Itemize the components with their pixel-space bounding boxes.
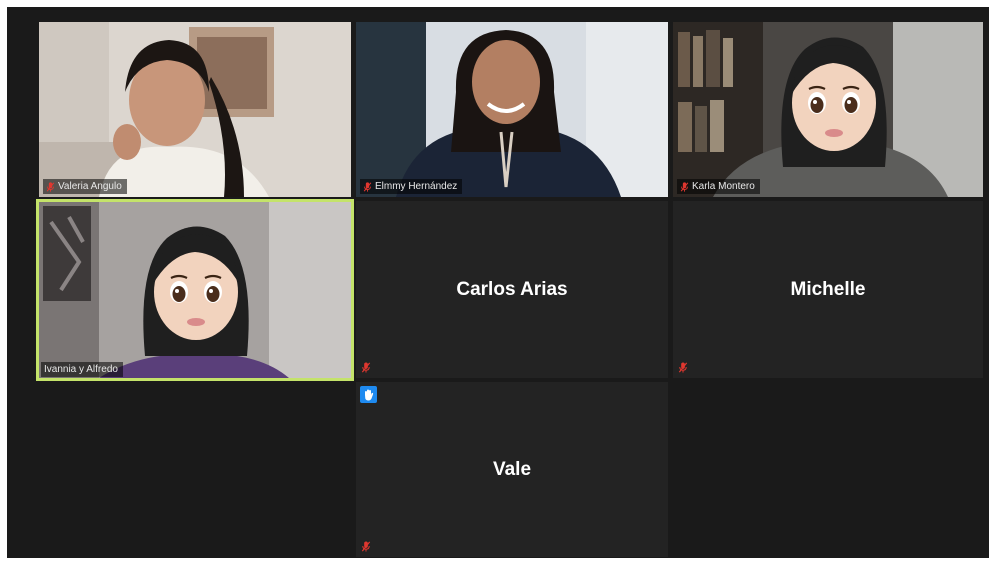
gallery-view: Valeria Angulo Elmmy Hernández Karla Mon… <box>7 7 989 558</box>
participant-tile[interactable]: Valeria Angulo <box>39 22 351 197</box>
microphone-muted-icon <box>678 362 688 373</box>
microphone-muted-icon <box>680 182 689 192</box>
participant-tile[interactable]: Carlos Arias <box>356 201 668 378</box>
raised-hand-icon <box>360 386 377 403</box>
participant-display-name: Michelle <box>790 278 866 300</box>
microphone-muted-icon <box>361 362 371 373</box>
microphone-muted-icon <box>46 182 55 192</box>
participant-name: Elmmy Hernández <box>375 181 458 192</box>
participant-name-tag: Valeria Angulo <box>43 179 127 194</box>
participant-name-tag: Karla Montero <box>677 179 760 194</box>
participant-tile[interactable]: Vale <box>356 382 668 557</box>
participant-tile[interactable]: Michelle <box>673 201 983 378</box>
participant-name: Karla Montero <box>692 181 755 192</box>
participant-name: Valeria Angulo <box>58 181 122 192</box>
participant-name: Ivannia y Alfredo <box>44 364 118 375</box>
microphone-muted-icon <box>361 541 371 552</box>
participant-name-tag: Elmmy Hernández <box>360 179 463 194</box>
participant-video <box>356 22 668 197</box>
emoji-avatar-icon <box>115 206 275 366</box>
participant-display-name: Vale <box>492 458 532 480</box>
participant-video <box>39 22 351 197</box>
participant-name-tag: Ivannia y Alfredo <box>41 362 123 377</box>
participant-tile[interactable]: Elmmy Hernández <box>356 22 668 197</box>
participant-display-name: Carlos Arias <box>456 278 568 300</box>
participant-tile[interactable]: Karla Montero <box>673 22 983 197</box>
emoji-avatar-icon <box>753 22 913 177</box>
participant-tile-active-speaker[interactable]: Ivannia y Alfredo <box>36 199 354 381</box>
microphone-muted-icon <box>363 182 372 192</box>
